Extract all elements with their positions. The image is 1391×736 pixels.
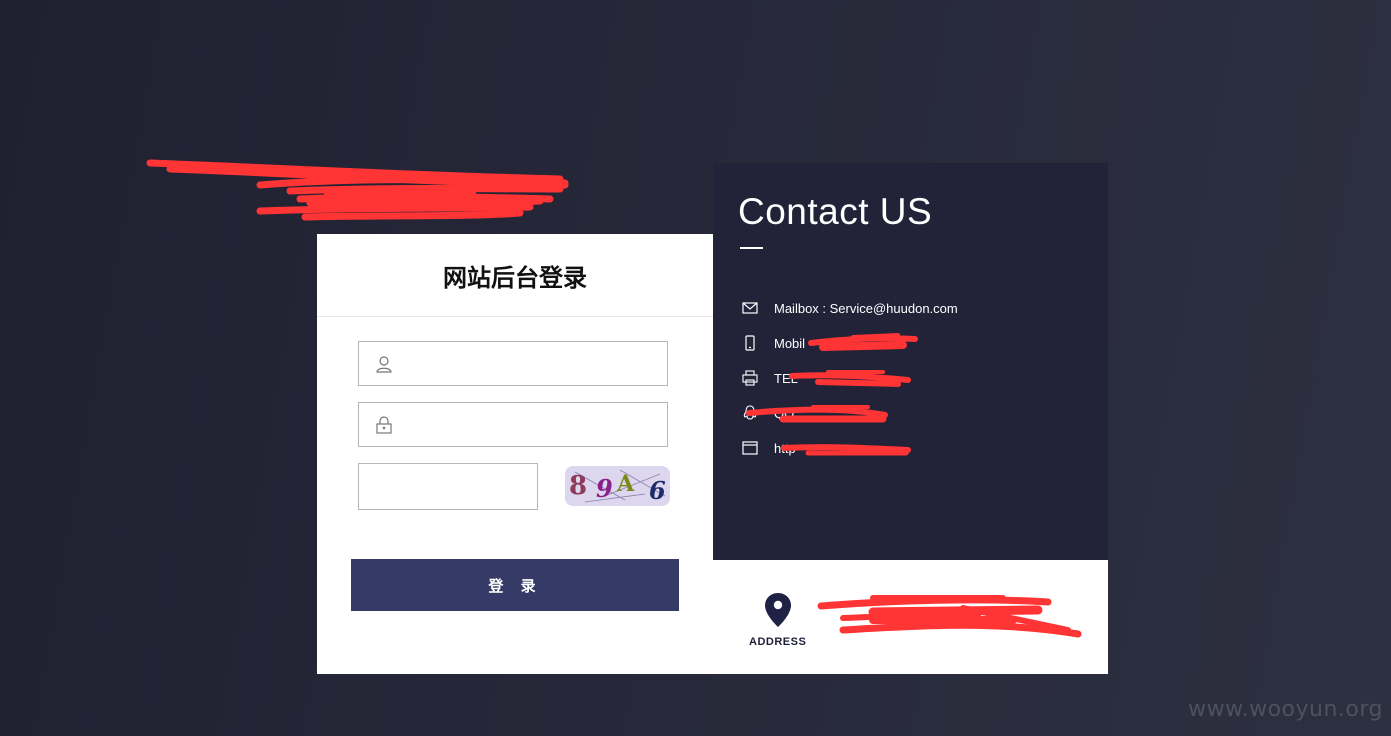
address-box: ADDRESS <box>713 560 1108 674</box>
username-input[interactable] <box>409 342 667 385</box>
redaction-mobile <box>808 333 918 351</box>
contact-tel-text: TEL <box>774 370 798 386</box>
redaction-address <box>817 595 1082 638</box>
captcha-field[interactable] <box>358 463 541 511</box>
contact-item-mobile: Mobil <box>741 333 805 353</box>
captcha-input[interactable] <box>359 464 541 511</box>
lock-icon <box>376 416 392 434</box>
captcha-image[interactable]: 8 9 A 6 <box>565 466 670 506</box>
svg-text:6: 6 <box>649 476 666 505</box>
watermark: www.wooyun.org <box>1188 697 1383 722</box>
contact-mail-text: Mailbox : Service@huudon.com <box>774 300 958 316</box>
contact-title: Contact US <box>738 191 933 232</box>
contact-item-web: http <box>741 438 796 458</box>
user-icon <box>376 356 392 373</box>
redaction-web <box>781 444 911 456</box>
qq-icon <box>743 405 757 420</box>
mobile-icon <box>745 335 755 351</box>
redacted-logo <box>146 159 569 221</box>
contact-panel: Contact US Mailbox : Service@huudon.com … <box>713 163 1108 560</box>
password-field[interactable] <box>358 402 668 447</box>
contact-web-text: http <box>774 440 796 456</box>
svg-text:9: 9 <box>596 474 613 503</box>
contact-qq-text: QQ <box>774 405 795 421</box>
address-label: ADDRESS <box>749 636 807 648</box>
username-field[interactable] <box>358 341 668 386</box>
location-pin-icon <box>765 593 791 627</box>
mail-icon <box>742 302 758 314</box>
svg-text:A: A <box>616 471 635 497</box>
password-input[interactable] <box>409 403 667 446</box>
redaction-tel <box>789 370 911 387</box>
login-card: 网站后台登录 8 9 A 6 登 录 <box>317 234 713 674</box>
contact-item-qq: QQ <box>741 403 794 423</box>
svg-text:8: 8 <box>569 471 587 501</box>
login-button[interactable]: 登 录 <box>351 559 679 611</box>
title-divider <box>740 247 763 249</box>
contact-mobile-text: Mobil <box>774 335 806 351</box>
printer-icon <box>742 370 758 386</box>
contact-item-tel: TEL <box>741 368 798 388</box>
login-title: 网站后台登录 <box>317 234 713 317</box>
contact-item-mail: Mailbox : Service@huudon.com <box>741 298 958 318</box>
browser-icon <box>742 441 758 455</box>
